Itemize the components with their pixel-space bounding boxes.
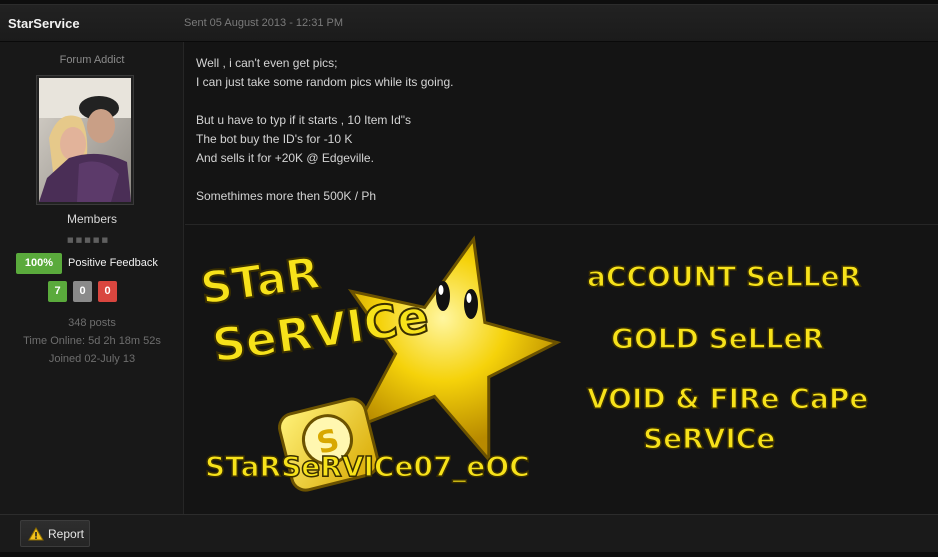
post-line xyxy=(196,92,453,111)
author-panel: Forum Addict Members ■■■■■ 100% Positive… xyxy=(0,42,184,514)
skype-username: STaRSeRVICe07_eOC xyxy=(205,450,530,483)
service-cape-line-2: SeRVICe xyxy=(643,422,775,455)
rep-positive-count: 7 xyxy=(48,281,67,302)
avatar[interactable] xyxy=(36,75,134,205)
service-gold-seller: GOLD SeLLeR xyxy=(611,322,824,355)
signature-banner: STaR SeRVICe S STaRSeRVICe07_eOC aCCOUNT… xyxy=(185,226,938,514)
signature-divider xyxy=(185,224,938,225)
service-account-seller: aCCOUNT SeLLeR xyxy=(587,260,861,293)
feedback-row[interactable]: 100% Positive Feedback xyxy=(16,252,158,274)
post-line: Well , i can't even get pics; xyxy=(196,56,338,70)
report-label: Report xyxy=(48,526,85,541)
rep-neutral-count: 0 xyxy=(73,281,92,302)
warning-icon xyxy=(28,526,44,540)
bottom-border xyxy=(0,552,938,557)
service-cape: VOID & FIRe CaPe xyxy=(587,382,868,415)
post-count: 348 posts xyxy=(68,317,116,329)
post-line: And sells it for +20K @ Edgeville. xyxy=(196,151,374,165)
member-title: Forum Addict xyxy=(59,54,125,66)
member-group: Members xyxy=(66,212,117,226)
post-date: Sent 05 August 2013 - 12:31 PM xyxy=(184,17,344,29)
feedback-percent-badge: 100% xyxy=(16,252,62,274)
post-body: Well , i can't even get pics; I can just… xyxy=(185,42,938,514)
report-button[interactable]: Report xyxy=(20,520,90,547)
rank-pips: ■■■■■ xyxy=(67,236,111,244)
post-content: Well , i can't even get pics; I can just… xyxy=(196,54,453,206)
reputation-counts: 7 0 0 xyxy=(48,281,117,302)
author-name-link[interactable]: StarService xyxy=(8,16,80,31)
post-line xyxy=(196,168,453,187)
time-online: Time Online: 5d 2h 18m 52s xyxy=(23,335,161,347)
signature-graphic: STaR SeRVICe S STaRSeRVICe07_eOC aCCOUNT… xyxy=(185,226,938,514)
post-line: I can just take some random pics while i… xyxy=(196,75,454,89)
post-line: But u have to typ if it starts , 10 Item… xyxy=(196,113,412,127)
feedback-label: Positive Feedback xyxy=(68,257,158,269)
avatar-image xyxy=(39,78,131,202)
post-footer: Report xyxy=(0,514,938,552)
post-header: StarService Sent 05 August 2013 - 12:31 … xyxy=(0,4,938,42)
author-stats: 348 posts Time Online: 5d 2h 18m 52s Joi… xyxy=(0,314,184,368)
rep-negative-count: 0 xyxy=(98,281,117,302)
post-line: Somethimes more then 500K / Ph xyxy=(196,189,377,203)
join-date: Joined 02-July 13 xyxy=(48,353,136,365)
post-line: The bot buy the ID's for -10 K xyxy=(196,132,353,146)
